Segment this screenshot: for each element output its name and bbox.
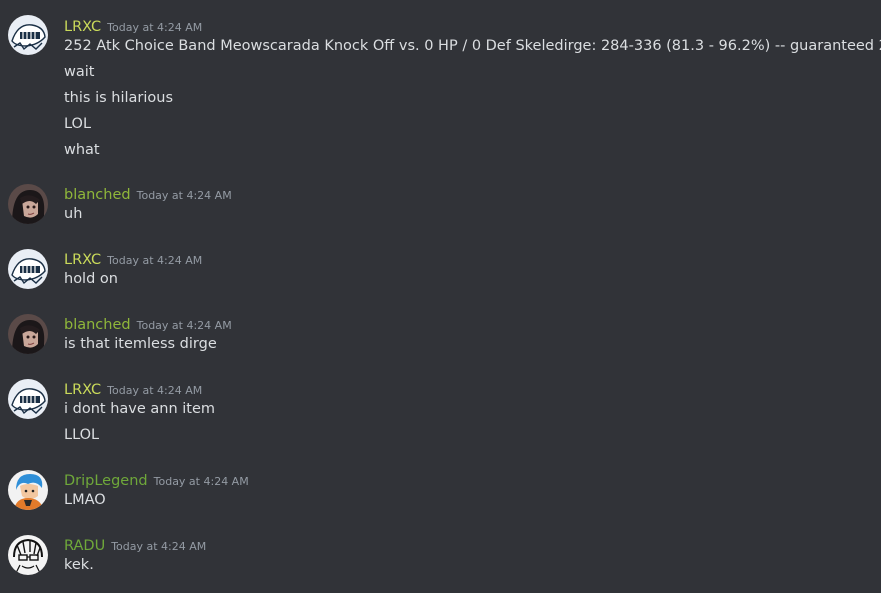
message-text: hold on [64, 271, 118, 287]
username[interactable]: LRXC [64, 19, 101, 35]
message-header: RADU Today at 4:24 AM [64, 535, 206, 555]
dark-hair-avatar[interactable] [8, 314, 48, 354]
message-text: 252 Atk Choice Band Meowscarada Knock Of… [64, 38, 881, 54]
message-header: blanched Today at 4:24 AM [64, 184, 232, 204]
message-header: LRXC Today at 4:24 AM [64, 379, 202, 399]
message-text: LMAO [64, 492, 106, 508]
username[interactable]: DripLegend [64, 473, 148, 489]
timestamp[interactable]: Today at 4:24 AM [107, 21, 202, 34]
message-text: LOL [64, 116, 92, 132]
shark-avatar[interactable] [8, 15, 48, 55]
dark-hair-avatar[interactable] [8, 184, 48, 224]
username[interactable]: LRXC [64, 382, 101, 398]
message-text: wait [64, 64, 95, 80]
timestamp[interactable]: Today at 4:24 AM [107, 254, 202, 267]
username[interactable]: blanched [64, 187, 131, 203]
message-text: this is hilarious [64, 90, 173, 106]
message-text: is that itemless dirge [64, 336, 217, 352]
message-header: LRXC Today at 4:24 AM [64, 16, 202, 36]
timestamp[interactable]: Today at 4:24 AM [107, 384, 202, 397]
message-text: uh [64, 206, 83, 222]
message-header: DripLegend Today at 4:24 AM [64, 470, 249, 490]
message-header: blanched Today at 4:24 AM [64, 314, 232, 334]
shark-avatar[interactable] [8, 249, 48, 289]
timestamp[interactable]: Today at 4:24 AM [137, 319, 232, 332]
message-text: kek. [64, 557, 94, 573]
chat-message-list: LRXC Today at 4:24 AM 252 Atk Choice Band… [0, 0, 881, 593]
username[interactable]: RADU [64, 538, 105, 554]
timestamp[interactable]: Today at 4:24 AM [111, 540, 206, 553]
message-text: LLOL [64, 427, 100, 443]
shark-avatar[interactable] [8, 379, 48, 419]
sketch-avatar[interactable] [8, 535, 48, 575]
username[interactable]: LRXC [64, 252, 101, 268]
message-header: LRXC Today at 4:24 AM [64, 249, 202, 269]
message-text: i dont have ann item [64, 401, 216, 417]
message-text: what [64, 142, 100, 158]
username[interactable]: blanched [64, 317, 131, 333]
blue-hair-avatar[interactable] [8, 470, 48, 510]
timestamp[interactable]: Today at 4:24 AM [137, 189, 232, 202]
timestamp[interactable]: Today at 4:24 AM [154, 475, 249, 488]
